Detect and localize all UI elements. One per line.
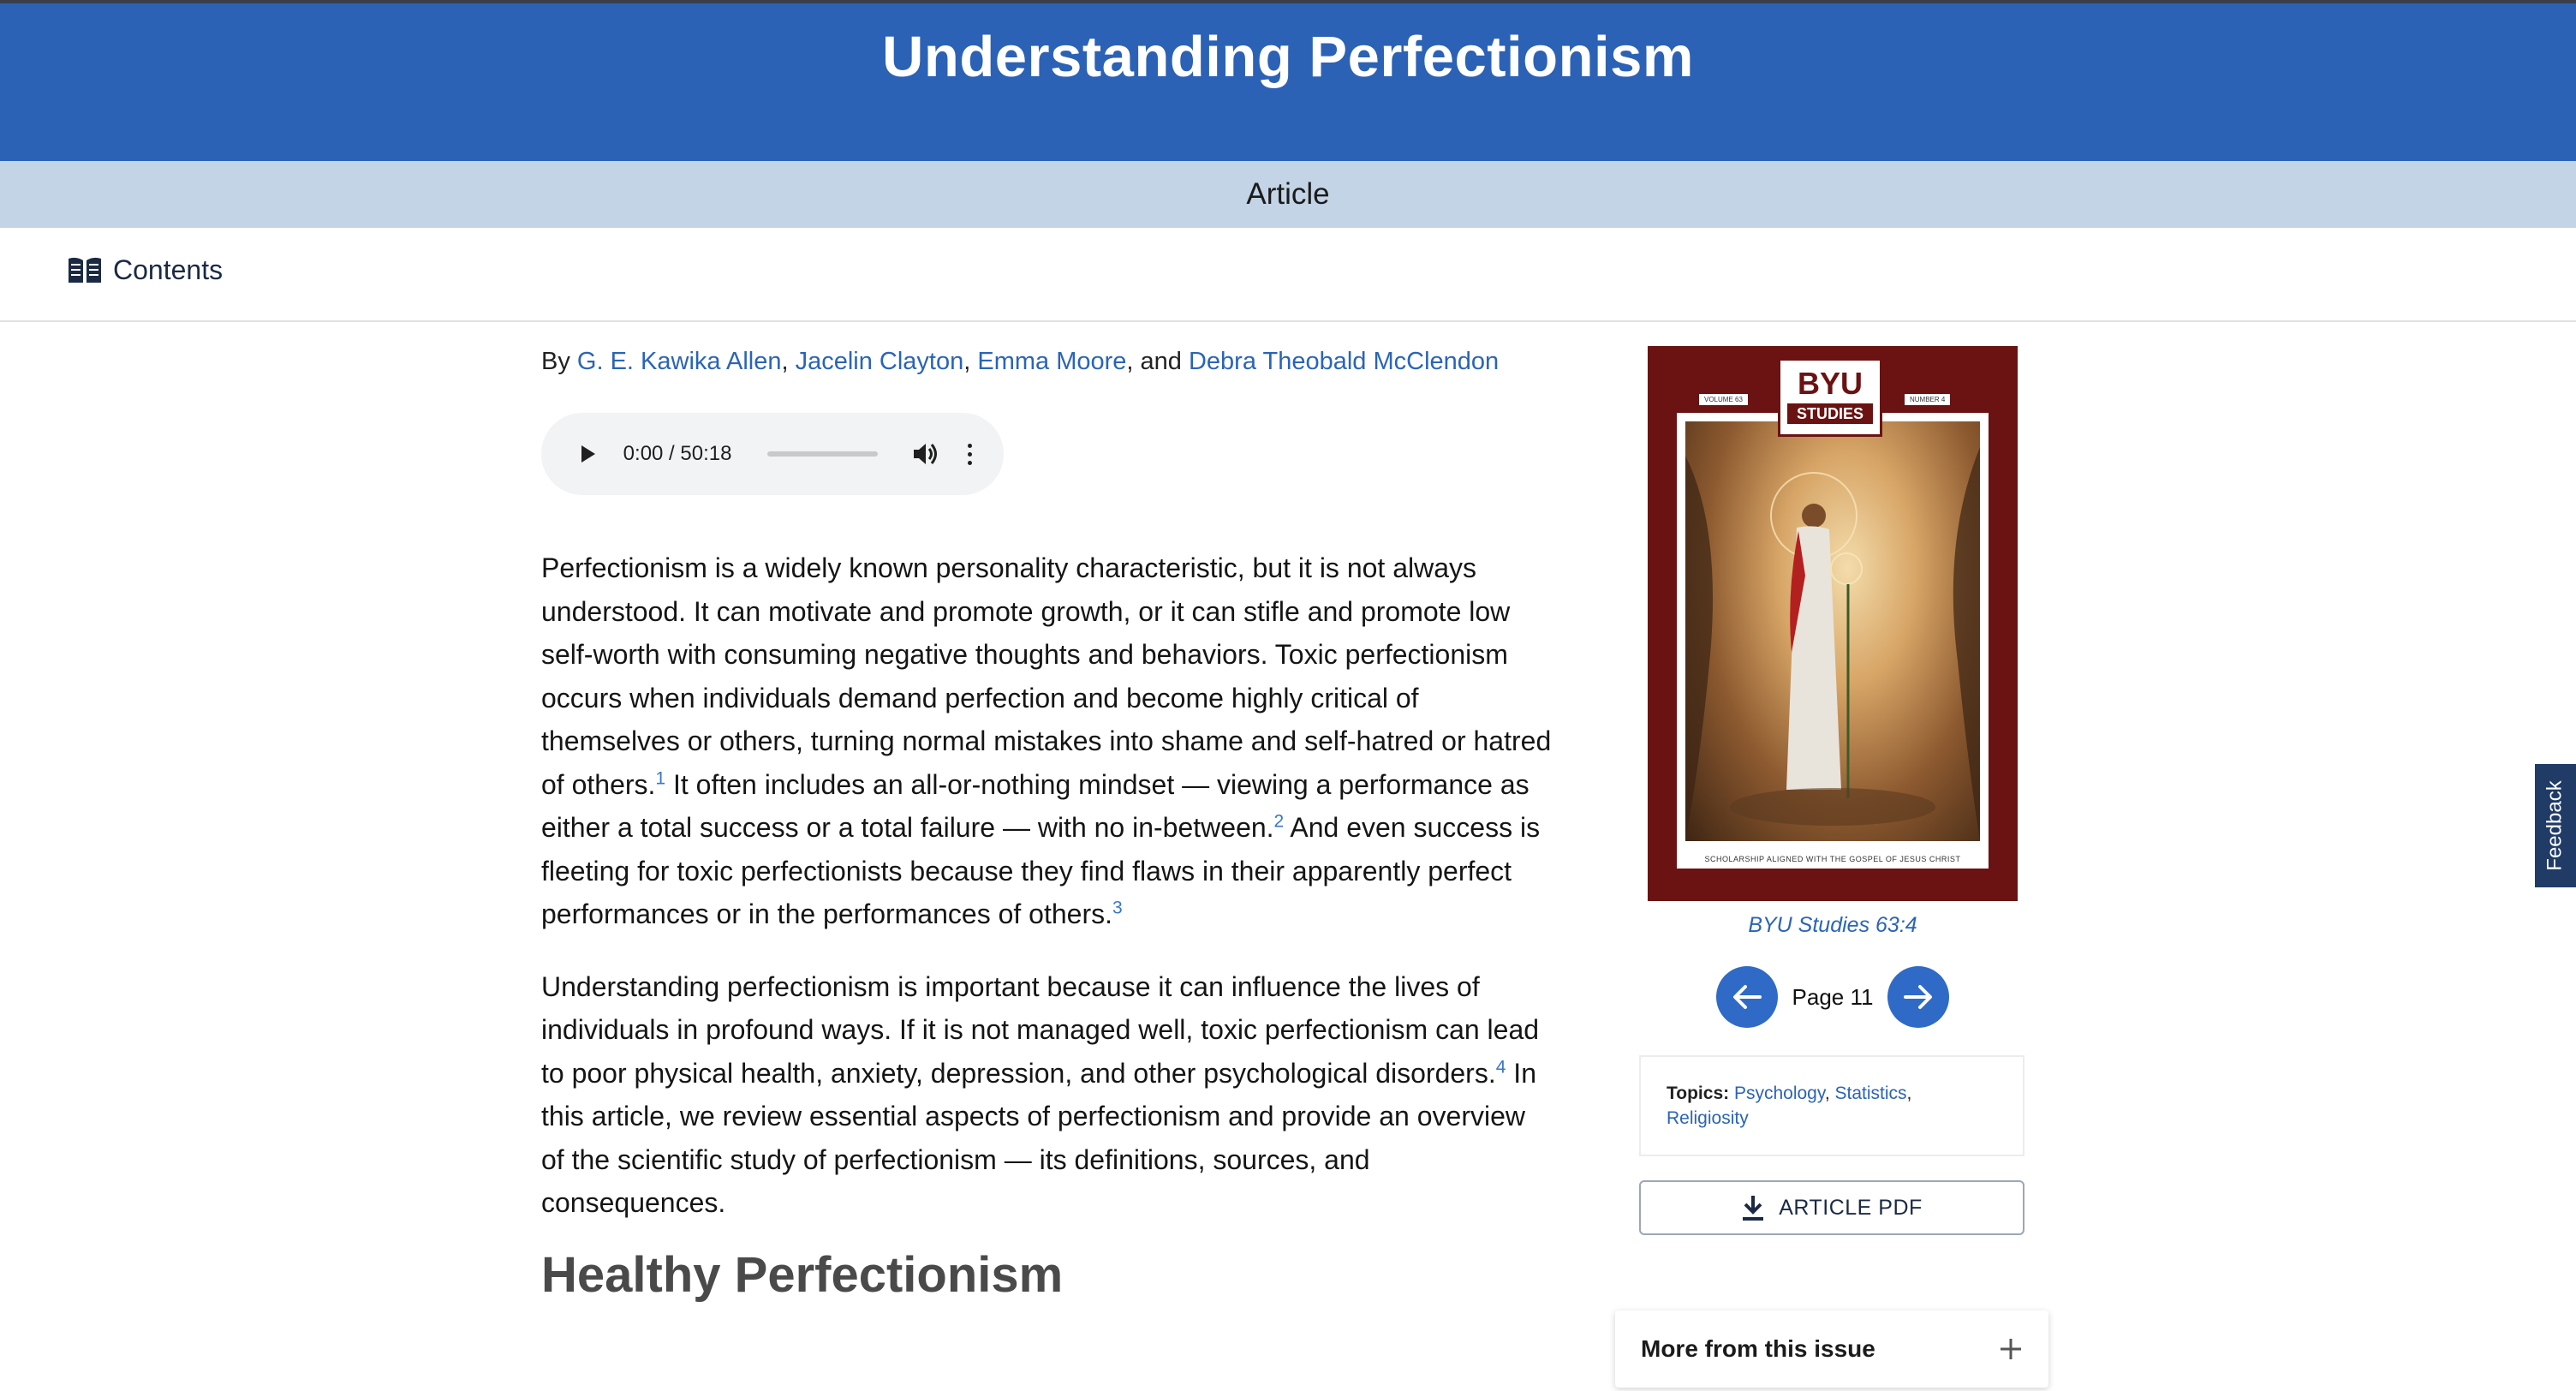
section-heading: Healthy Perfectionism — [541, 1246, 1064, 1303]
byline: By G. E. Kawika Allen, Jacelin Clayton , … — [541, 343, 1552, 380]
author-link[interactable]: G. E. Kawika Allen — [577, 348, 782, 375]
pdf-label: ARTICLE PDF — [1779, 1195, 1923, 1220]
next-page-button[interactable] — [1887, 966, 1949, 1028]
page-navigator: Page 11 — [1716, 966, 1949, 1028]
page-title: Understanding Perfectionism — [882, 25, 1694, 89]
cover-illustration — [1685, 421, 1980, 841]
paragraph: Perfectionism is a widely known personal… — [541, 546, 1552, 936]
byu-studies-logo: BYU STUDIES — [1778, 358, 1882, 437]
volume-icon — [913, 444, 937, 464]
play-icon — [581, 445, 595, 463]
byline-prefix: By — [541, 348, 570, 375]
content-type-bar: Article — [0, 161, 2576, 228]
contents-button[interactable]: Contents — [67, 254, 223, 286]
previous-page-button[interactable] — [1716, 966, 1778, 1028]
article-pdf-button[interactable]: ARTICLE PDF — [1639, 1180, 2024, 1235]
feedback-label: Feedback — [2543, 780, 2567, 871]
author-link[interactable]: Debra Theobald McClendon — [1189, 348, 1499, 375]
paragraph: Understanding perfectionism is important… — [541, 965, 1552, 1225]
audio-time: 0:00 / 50:18 — [623, 442, 732, 465]
footnote-ref[interactable]: 3 — [1112, 898, 1123, 917]
topics-label: Topics: — [1667, 1084, 1730, 1103]
topic-link[interactable]: Religiosity — [1667, 1108, 1749, 1128]
more-from-issue-label: More from this issue — [1641, 1335, 1875, 1362]
cover-tagline: SCHOLARSHIP ALIGNED WITH THE GOSPEL OF J… — [1704, 855, 1961, 863]
download-icon — [1743, 1196, 1764, 1221]
feedback-tab[interactable]: Feedback — [2535, 764, 2576, 887]
cover-volume: VOLUME 63 — [1699, 394, 1748, 405]
plus-icon — [2001, 1339, 2021, 1359]
topic-link[interactable]: Psychology — [1734, 1084, 1825, 1103]
more-options-icon[interactable] — [961, 443, 978, 465]
topic-separator: , — [1824, 1084, 1830, 1103]
author-link[interactable]: Emma Moore — [977, 348, 1126, 375]
topic-link[interactable]: Statistics — [1835, 1084, 1907, 1103]
logo-subtitle: STUDIES — [1787, 403, 1873, 424]
byline-separator: , — [781, 348, 789, 375]
page-number: Page 11 — [1792, 983, 1874, 1010]
volume-button[interactable] — [912, 439, 941, 469]
article-body: Perfectionism is a widely known personal… — [541, 546, 1552, 1303]
cover-painting — [1685, 447, 1980, 841]
more-from-issue-accordion[interactable]: More from this issue — [1615, 1310, 2048, 1388]
contents-toolbar: Contents — [0, 228, 2576, 322]
logo-brand: BYU — [1797, 366, 1863, 401]
journal-cover[interactable]: VOLUME 63 NUMBER 4 SCHOLARSHIP ALIGNED W… — [1648, 346, 2018, 901]
issue-link[interactable]: BYU Studies 63:4 — [1639, 913, 2026, 938]
arrow-left-icon — [1733, 985, 1762, 1009]
content-type-label: Article — [1246, 177, 1330, 211]
footnote-ref[interactable]: 2 — [1274, 811, 1285, 831]
author-link[interactable]: Jacelin Clayton — [796, 348, 964, 375]
footnote-ref[interactable]: 4 — [1496, 1057, 1506, 1077]
audio-progress-bar[interactable] — [767, 451, 878, 457]
byline-separator: , and — [1126, 348, 1182, 375]
article-main: By G. E. Kawika Allen, Jacelin Clayton , … — [541, 343, 1552, 1303]
cover-frame: SCHOLARSHIP ALIGNED WITH THE GOSPEL OF J… — [1677, 413, 1989, 869]
page-header: Understanding Perfectionism — [0, 3, 2576, 161]
arrow-right-icon — [1904, 985, 1932, 1009]
open-book-icon — [69, 257, 101, 283]
contents-label: Contents — [113, 254, 224, 285]
play-button[interactable] — [575, 441, 601, 467]
footnote-ref[interactable]: 1 — [655, 768, 665, 788]
topics-box: Topics: Psychology, Statistics, Religios… — [1639, 1055, 2024, 1156]
topic-separator: , — [1906, 1084, 1912, 1103]
byline-separator: , — [963, 348, 971, 375]
paragraph-text: Perfectionism is a widely known personal… — [541, 552, 1552, 800]
cover-number: NUMBER 4 — [1905, 394, 1951, 405]
paragraph-text: Understanding perfectionism is important… — [541, 970, 1540, 1089]
audio-player: 0:00 / 50:18 — [541, 413, 1004, 495]
